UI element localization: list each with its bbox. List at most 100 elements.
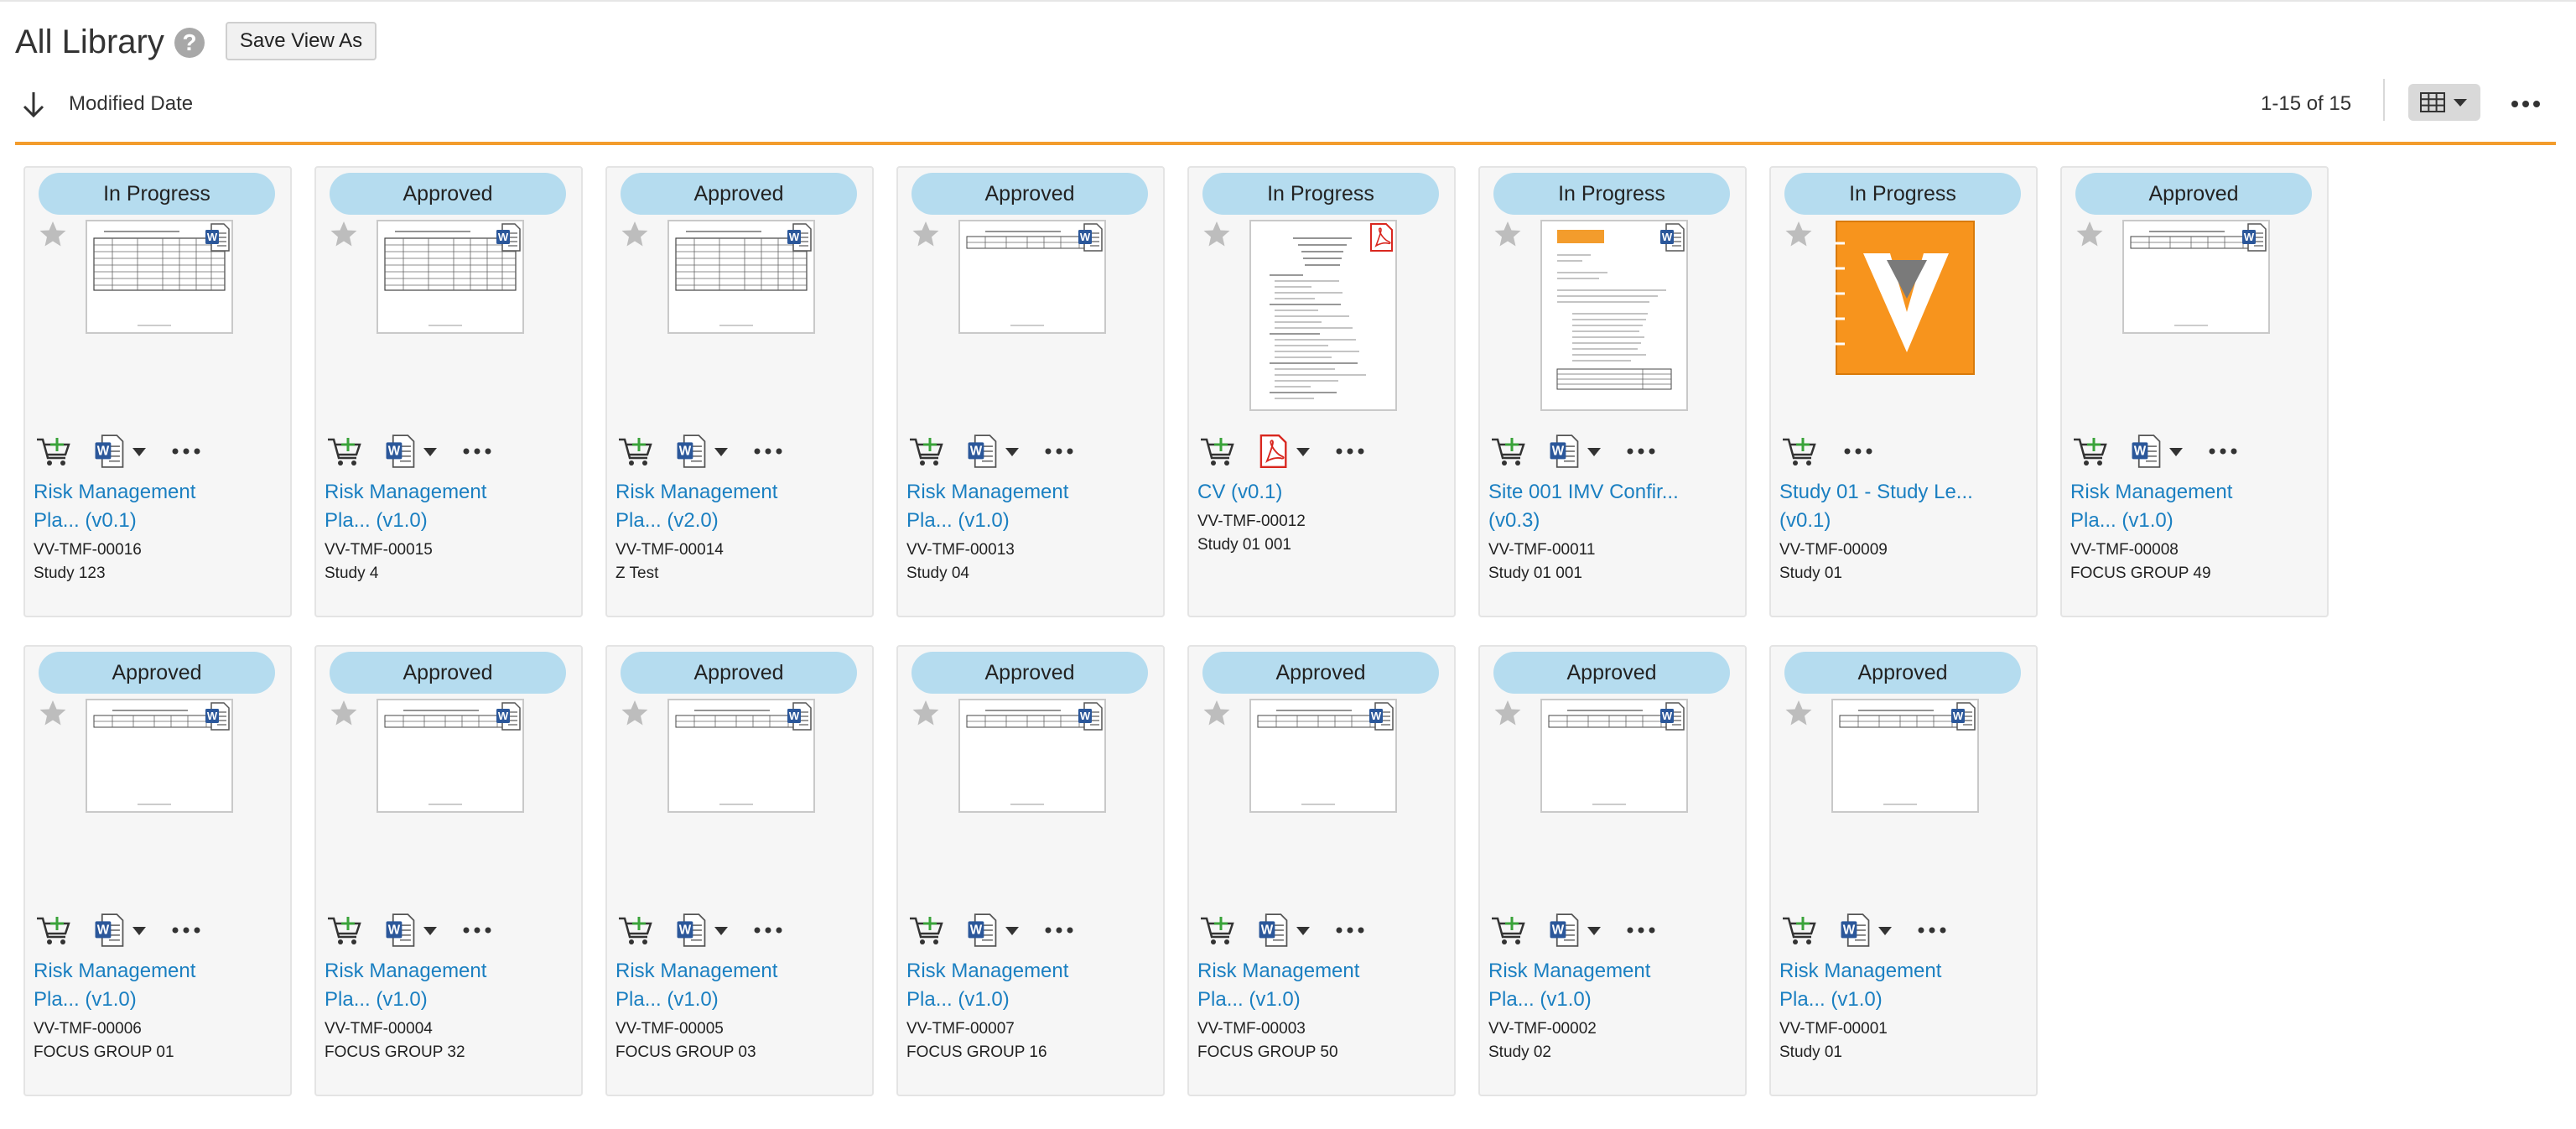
document-title-link[interactable]: Risk Management Pla... (v0.1) — [34, 478, 277, 535]
favorite-star-icon[interactable] — [330, 699, 358, 727]
chevron-down-icon[interactable] — [1587, 927, 1601, 935]
more-actions-icon[interactable] — [460, 441, 494, 461]
favorite-star-icon[interactable] — [1493, 699, 1522, 727]
add-to-cart-icon[interactable] — [35, 913, 72, 947]
chevron-down-icon[interactable] — [423, 927, 437, 935]
favorite-star-icon[interactable] — [621, 699, 649, 727]
chevron-down-icon[interactable] — [1005, 448, 1019, 456]
favorite-star-icon[interactable] — [1202, 699, 1231, 727]
document-title-link[interactable]: Risk Management Pla... (v1.0) — [1488, 957, 1732, 1014]
document-card[interactable]: Approved W W Risk Management Pla... (v1.0) V… — [896, 166, 1165, 617]
document-title-link[interactable]: Risk Management Pla... (v1.0) — [34, 957, 277, 1014]
word-file-icon[interactable]: W — [1549, 913, 1579, 947]
more-actions-icon[interactable] — [1333, 920, 1367, 940]
sort-field-label[interactable]: Modified Date — [69, 89, 193, 119]
favorite-star-icon[interactable] — [1202, 220, 1231, 248]
more-actions-icon[interactable] — [2206, 441, 2240, 461]
chevron-down-icon[interactable] — [2169, 448, 2183, 456]
word-file-icon[interactable]: W — [385, 913, 415, 947]
favorite-star-icon[interactable] — [39, 699, 67, 727]
word-file-icon[interactable]: W — [676, 434, 706, 468]
document-card[interactable]: In Progress CV (v0.1) VV-TMF-00012 Study 01… — [1187, 166, 1456, 617]
favorite-star-icon[interactable] — [2075, 220, 2104, 248]
add-to-cart-icon[interactable] — [1490, 434, 1527, 468]
add-to-cart-icon[interactable] — [1199, 434, 1236, 468]
document-thumbnail[interactable]: W — [958, 220, 1106, 334]
word-file-icon[interactable]: W — [94, 434, 124, 468]
document-title-link[interactable]: Risk Management Pla... (v1.0) — [325, 957, 568, 1014]
add-to-cart-icon[interactable] — [617, 913, 654, 947]
more-actions-icon[interactable] — [1624, 920, 1658, 940]
more-actions-icon[interactable] — [1042, 920, 1076, 940]
document-card[interactable]: Approved W W Risk Management Pla... (v1.0) V… — [1769, 645, 2038, 1096]
document-card[interactable]: Approved W W Risk Management Pla... (v1.0) V… — [605, 645, 874, 1096]
document-thumbnail[interactable]: W — [86, 220, 233, 334]
document-title-link[interactable]: Risk Management Pla... (v1.0) — [615, 957, 859, 1014]
add-to-cart-icon[interactable] — [2072, 434, 2109, 468]
document-thumbnail[interactable]: W — [667, 699, 815, 813]
document-card[interactable]: Approved W W Risk Management Pla... (v1.0) V… — [314, 166, 583, 617]
add-to-cart-icon[interactable] — [35, 434, 72, 468]
more-actions-icon[interactable] — [460, 920, 494, 940]
document-card[interactable]: In Progress W W Site 001 IMV Confir... (v0.… — [1478, 166, 1747, 617]
favorite-star-icon[interactable] — [911, 220, 940, 248]
pdf-file-icon[interactable] — [1258, 434, 1288, 468]
add-to-cart-icon[interactable] — [1490, 913, 1527, 947]
add-to-cart-icon[interactable] — [908, 913, 945, 947]
more-actions-icon[interactable] — [751, 920, 785, 940]
document-title-link[interactable]: Risk Management Pla... (v1.0) — [325, 478, 568, 535]
document-card[interactable]: Approved W W Risk Management Pla... (v1.0) V… — [1478, 645, 1747, 1096]
more-actions-icon[interactable] — [1624, 441, 1658, 461]
document-card[interactable]: Approved W W Risk Management Pla... (v1.0) V… — [2060, 166, 2329, 617]
document-title-link[interactable]: Risk Management Pla... (v2.0) — [615, 478, 859, 535]
document-card[interactable]: In Progress W W Risk Management Pla... (v0.… — [23, 166, 292, 617]
add-to-cart-icon[interactable] — [1199, 913, 1236, 947]
document-thumbnail[interactable]: W — [86, 699, 233, 813]
chevron-down-icon[interactable] — [1296, 448, 1310, 456]
document-thumbnail[interactable]: W — [377, 220, 524, 334]
add-to-cart-icon[interactable] — [617, 434, 654, 468]
document-thumbnail[interactable]: W — [958, 699, 1106, 813]
document-thumbnail[interactable]: W — [1831, 699, 1979, 813]
more-actions-icon[interactable] — [169, 920, 203, 940]
word-file-icon[interactable]: W — [385, 434, 415, 468]
chevron-down-icon[interactable] — [132, 448, 146, 456]
favorite-star-icon[interactable] — [1493, 220, 1522, 248]
add-to-cart-icon[interactable] — [326, 913, 363, 947]
chevron-down-icon[interactable] — [1005, 927, 1019, 935]
document-thumbnail[interactable]: W — [1249, 699, 1397, 813]
add-to-cart-icon[interactable] — [1781, 913, 1818, 947]
word-file-icon[interactable]: W — [1840, 913, 1870, 947]
document-title-link[interactable]: Study 01 - Study Le... (v0.1) — [1779, 478, 2023, 535]
chevron-down-icon[interactable] — [714, 448, 728, 456]
word-file-icon[interactable]: W — [94, 913, 124, 947]
chevron-down-icon[interactable] — [1296, 927, 1310, 935]
question-circle-icon[interactable]: ? — [174, 28, 205, 58]
document-title-link[interactable]: Risk Management Pla... (v1.0) — [906, 478, 1150, 535]
document-title-link[interactable]: Risk Management Pla... (v1.0) — [2070, 478, 2314, 535]
document-thumbnail[interactable]: W — [1540, 699, 1688, 813]
document-title-link[interactable]: Risk Management Pla... (v1.0) — [906, 957, 1150, 1014]
document-title-link[interactable]: CV (v0.1) — [1197, 478, 1441, 507]
favorite-star-icon[interactable] — [1784, 699, 1813, 727]
arrow-down-icon[interactable] — [20, 89, 47, 119]
document-title-link[interactable]: Risk Management Pla... (v1.0) — [1197, 957, 1441, 1014]
document-card[interactable]: Approved W W Risk Management Pla... (v1.0) V… — [314, 645, 583, 1096]
favorite-star-icon[interactable] — [1784, 220, 1813, 248]
word-file-icon[interactable]: W — [2131, 434, 2161, 468]
more-actions-icon[interactable] — [169, 441, 203, 461]
document-thumbnail[interactable]: W — [2122, 220, 2270, 334]
favorite-star-icon[interactable] — [39, 220, 67, 248]
save-view-as-button[interactable]: Save View As — [226, 22, 377, 60]
chevron-down-icon[interactable] — [1878, 927, 1892, 935]
more-actions-icon[interactable] — [1042, 441, 1076, 461]
document-card[interactable]: Approved W W Risk Management Pla... (v2.0) V… — [605, 166, 874, 617]
word-file-icon[interactable]: W — [1549, 434, 1579, 468]
document-title-link[interactable]: Risk Management Pla... (v1.0) — [1779, 957, 2023, 1014]
favorite-star-icon[interactable] — [911, 699, 940, 727]
add-to-cart-icon[interactable] — [908, 434, 945, 468]
document-title-link[interactable]: Site 001 IMV Confir... (v0.3) — [1488, 478, 1732, 535]
add-to-cart-icon[interactable] — [1781, 434, 1818, 468]
word-file-icon[interactable]: W — [967, 913, 997, 947]
more-actions-icon[interactable] — [1841, 441, 1875, 461]
